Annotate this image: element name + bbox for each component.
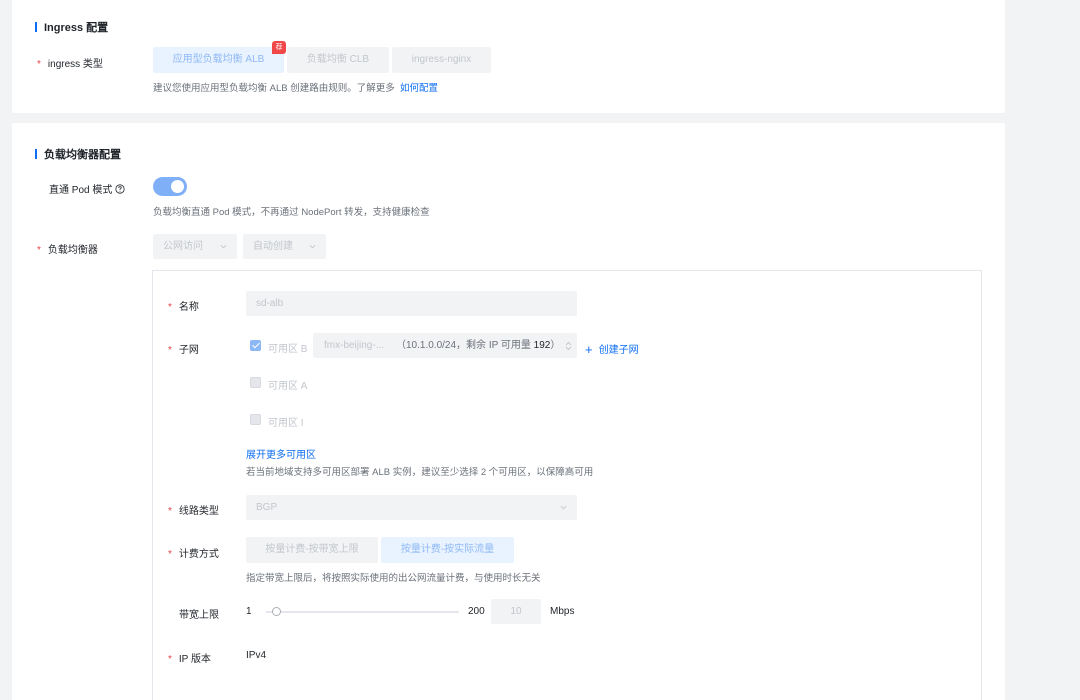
ingress-section-title: Ingress 配置 — [35, 19, 108, 35]
how-to-config-link[interactable]: 如何配置 — [400, 83, 438, 94]
ingress-type-alb-button[interactable]: 应用型负载均衡 ALB 荐 — [153, 41, 286, 73]
line-type-select[interactable]: BGP — [246, 495, 577, 520]
ip-version-value: IPv4 — [246, 650, 267, 661]
alb-settings-panel: * 名称 sd-alb * 子网 可用区 B fmx-beijing-... （10… — [152, 270, 982, 700]
zone-b-label: 可用区 B — [268, 344, 308, 355]
direct-pod-hint: 负载均衡直通 Pod 模式，不再通过 NodePort 转发，支持健康检查 — [153, 207, 430, 218]
bandwidth-slider-handle[interactable] — [271, 607, 281, 616]
access-type-select[interactable]: 公网访问 — [153, 234, 237, 259]
updown-arrow-icon — [565, 341, 572, 351]
lb-section-title: 负载均衡器配置 — [35, 146, 121, 162]
balancer-label: * 负载均衡器 — [37, 245, 98, 256]
zone-a-checkbox[interactable] — [250, 377, 261, 388]
subnet-select[interactable]: fmx-beijing-... （10.1.0.0/24，剩余 IP 可用量 1… — [313, 333, 577, 358]
zone-i-checkbox[interactable] — [250, 414, 261, 425]
subnet-hint: 若当前地域支持多可用区部署 ALB 实例，建议至少选择 2 个可用区，以保障高可… — [246, 467, 594, 478]
create-mode-select[interactable]: 自动创建 — [243, 234, 326, 259]
toggle-knob — [171, 180, 184, 193]
create-subnet-link[interactable]: + 创建子网 — [585, 341, 639, 357]
name-input[interactable]: sd-alb — [246, 291, 577, 316]
bandwidth-max: 200 — [468, 606, 485, 617]
ip-version-label: * IP 版本 — [168, 654, 211, 665]
bandwidth-unit: Mbps — [550, 606, 575, 617]
ingress-config-card: Ingress 配置 * ingress 类型 应用型负载均衡 ALB 荐 负载均… — [12, 0, 1005, 113]
bandwidth-label: 带宽上限 — [179, 610, 219, 621]
subnet-label: * 子网 — [168, 345, 199, 356]
direct-pod-label: 直通 Pod 模式 — [49, 181, 125, 196]
chevron-down-icon — [220, 244, 227, 249]
plus-icon: + — [585, 342, 593, 357]
bandwidth-min: 1 — [246, 606, 252, 617]
zone-i-label: 可用区 I — [268, 418, 304, 429]
ingress-type-clb-button[interactable]: 负载均衡 CLB — [287, 47, 389, 73]
direct-pod-toggle[interactable] — [153, 177, 187, 196]
billing-hint: 指定带宽上限后，将按照实际使用的出公网流量计费，与使用时长无关 — [246, 573, 541, 584]
recommended-badge: 荐 — [272, 41, 286, 54]
chevron-down-icon — [309, 244, 316, 249]
billing-bandwidth-button[interactable]: 按量计费-按带宽上限 — [246, 537, 378, 563]
lb-config-card: 负载均衡器配置 直通 Pod 模式 负载均衡直通 Pod 模式，不再通过 Nod… — [12, 123, 1005, 700]
ingress-type-label: * ingress 类型 — [37, 59, 103, 70]
name-label: * 名称 — [168, 302, 199, 313]
question-circle-icon[interactable] — [115, 184, 125, 194]
billing-label: * 计费方式 — [168, 549, 219, 560]
title-accent-bar — [35, 22, 37, 32]
bandwidth-input[interactable]: 10 — [491, 599, 541, 624]
title-accent-bar — [35, 149, 37, 159]
ingress-type-hint: 建议您使用应用型负载均衡 ALB 创建路由规则。了解更多 如何配置 — [153, 83, 439, 94]
ingress-type-nginx-button[interactable]: ingress-nginx — [392, 47, 491, 73]
bandwidth-slider-track[interactable] — [266, 611, 459, 613]
expand-zones-link[interactable]: 展开更多可用区 — [246, 446, 316, 461]
billing-traffic-button[interactable]: 按量计费-按实际流量 — [381, 537, 514, 563]
zone-a-label: 可用区 A — [268, 381, 308, 392]
chevron-down-icon — [560, 505, 567, 510]
line-type-label: * 线路类型 — [168, 506, 219, 517]
zone-b-checkbox[interactable] — [250, 340, 261, 351]
